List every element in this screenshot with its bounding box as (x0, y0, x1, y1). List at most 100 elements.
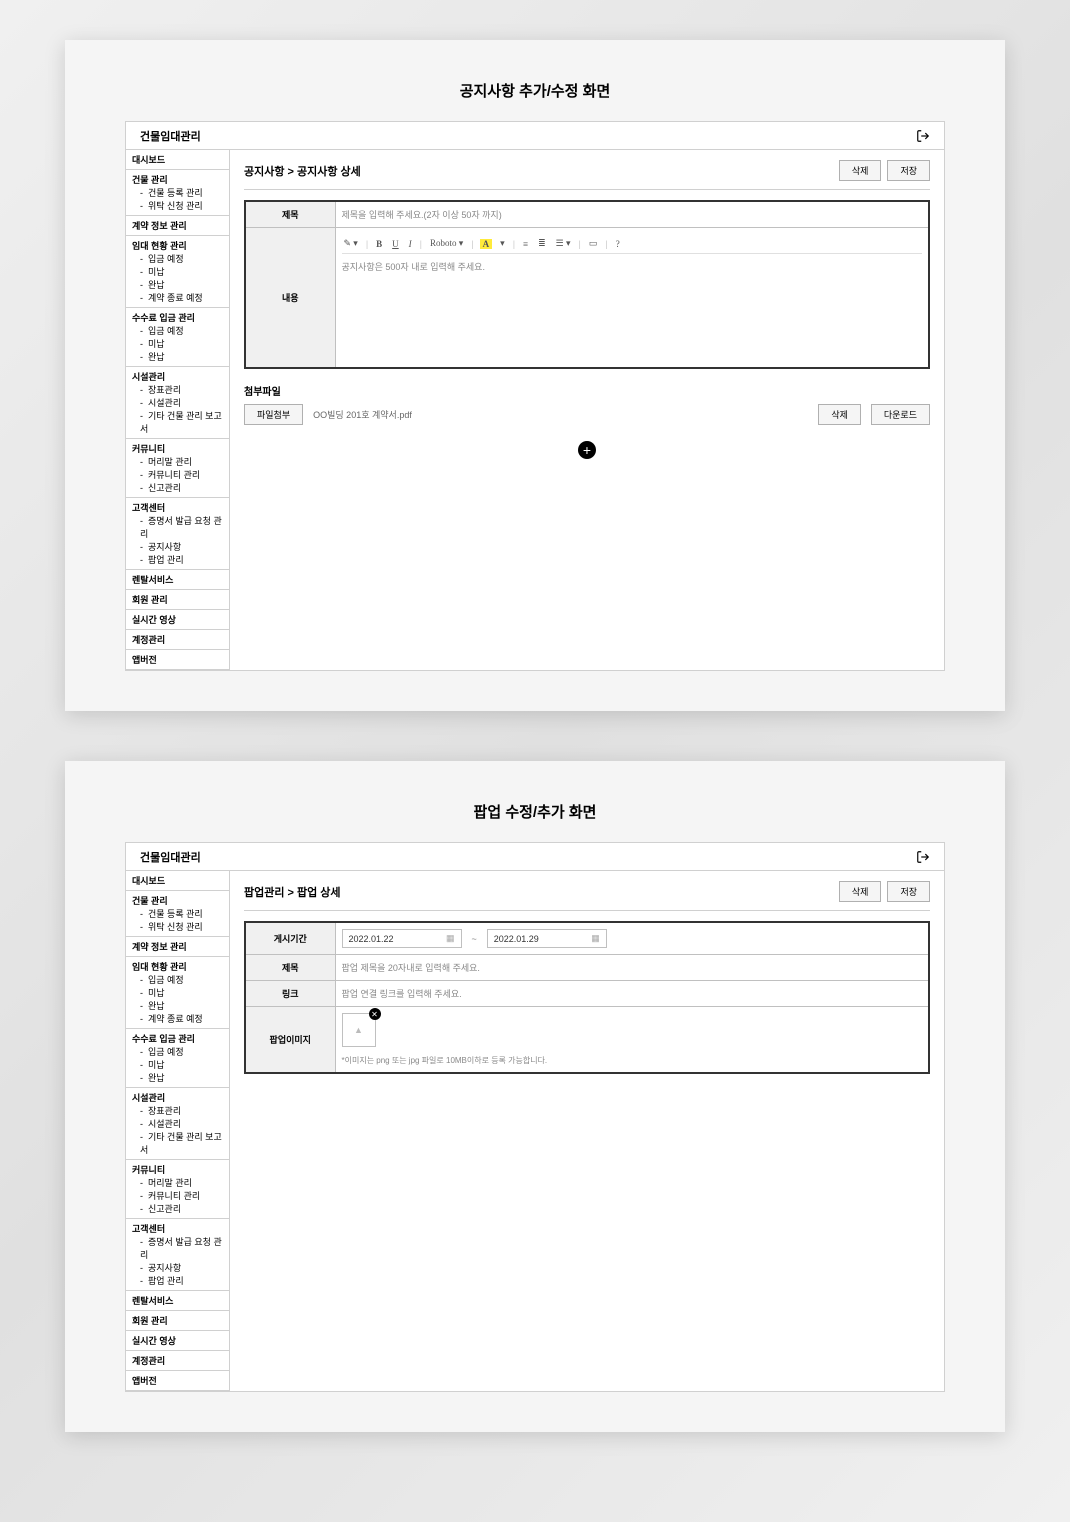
sidebar-rental[interactable]: 렌탈서비스 (126, 570, 229, 590)
wireframe-title-1: 공지사항 추가/수정 화면 (125, 80, 945, 101)
remove-image-icon[interactable]: ✕ (369, 1008, 381, 1020)
sidebar-rent-sub2[interactable]: 미납 (148, 267, 165, 277)
align-left-icon[interactable]: ≡ (521, 239, 530, 249)
sidebar-community-2[interactable]: 커뮤니티 -머리말 관리 -커뮤니티 관리 -신고관리 (126, 1160, 229, 1219)
sb2-fac3[interactable]: 기타 건물 관리 보고서 (140, 1132, 222, 1155)
sb2-r3[interactable]: 완납 (148, 1001, 165, 1011)
sb2-r2[interactable]: 미납 (148, 988, 165, 998)
sb2-cust2[interactable]: 공지사항 (148, 1263, 181, 1273)
sidebar-fee-sub2[interactable]: 미납 (148, 339, 165, 349)
sidebar-fee[interactable]: 수수료 입금 관리 -입금 예정 -미납 -완납 (126, 308, 229, 367)
sidebar-customer[interactable]: 고객센터 -증명서 발급 요청 관리 -공지사항 -팝업 관리 (126, 498, 229, 570)
sidebar-version[interactable]: 앱버전 (126, 650, 229, 670)
sb2-fac2[interactable]: 시설관리 (148, 1119, 181, 1129)
attach-delete-button[interactable]: 삭제 (818, 404, 861, 425)
popup-link-input[interactable]: 팝업 연결 링크를 입력해 주세요. (335, 981, 929, 1007)
sb2-b1[interactable]: 건물 등록 관리 (148, 909, 203, 919)
content-editor[interactable]: ✎ ▾ | B U I | Roboto ▾ | A▾ | ≡ (335, 228, 929, 368)
brush-icon[interactable]: ✎ ▾ (342, 238, 360, 249)
sidebar-cust-sub1[interactable]: 증명서 발급 요청 관리 (140, 516, 222, 539)
sidebar-member-2[interactable]: 회원 관리 (126, 1311, 229, 1331)
sb2-com1[interactable]: 머리말 관리 (148, 1178, 192, 1188)
sidebar-facility-2[interactable]: 시설관리 -장표관리 -시설관리 -기타 건물 관리 보고서 (126, 1088, 229, 1160)
sb2-cust1[interactable]: 증명서 발급 요청 관리 (140, 1237, 222, 1260)
sidebar-com-sub2[interactable]: 커뮤니티 관리 (148, 470, 200, 480)
title-label: 제목 (245, 201, 335, 228)
sb2-f3[interactable]: 완납 (148, 1073, 165, 1083)
sidebar-rent-sub4[interactable]: 계약 종료 예정 (148, 293, 203, 303)
app-frame-1: 건물임대관리 대시보드 건물 관리 -건물 등록 관리 -위탁 신청 관리 계약… (125, 121, 945, 671)
period-label: 게시기간 (245, 922, 335, 955)
sidebar-account[interactable]: 계정관리 (126, 630, 229, 650)
title-input[interactable]: 제목을 입력해 주세요.(2자 이상 50자 까지) (335, 201, 929, 228)
align-center-icon[interactable]: ≣ (536, 238, 548, 249)
popup-link-label: 링크 (245, 981, 335, 1007)
sidebar-fee-sub1[interactable]: 입금 예정 (148, 326, 184, 336)
popup-title-input[interactable]: 팝업 제목을 20자내로 입력해 주세요. (335, 955, 929, 981)
sidebar-building-2[interactable]: 건물 관리 -건물 등록 관리 -위탁 신청 관리 (126, 891, 229, 937)
sb2-r1[interactable]: 입금 예정 (148, 975, 184, 985)
sidebar-com-sub3[interactable]: 신고관리 (148, 483, 181, 493)
sidebar-facility[interactable]: 시설관리 -장표관리 -시설관리 -기타 건물 관리 보고서 (126, 367, 229, 439)
sidebar-rent-label: 임대 현황 관리 (132, 241, 187, 251)
sidebar-fac-sub3[interactable]: 기타 건물 관리 보고서 (140, 411, 222, 434)
date-from-input[interactable]: 2022.01.22 ▦ (342, 929, 462, 948)
sidebar-rent-2[interactable]: 임대 현황 관리 -입금 예정 -미납 -완납 -계약 종료 예정 (126, 957, 229, 1029)
sidebar-fac-sub2[interactable]: 시설관리 (148, 398, 181, 408)
sidebar-com-sub1[interactable]: 머리말 관리 (148, 457, 192, 467)
sidebar-building[interactable]: 건물 관리 -건물 등록 관리 -위탁 신청 관리 (126, 170, 229, 216)
sidebar-customer-2[interactable]: 고객센터 -증명서 발급 요청 관리 -공지사항 -팝업 관리 (126, 1219, 229, 1291)
sidebar-version-2[interactable]: 앱버전 (126, 1371, 229, 1391)
delete-button-1[interactable]: 삭제 (839, 160, 882, 181)
sidebar-dashboard-2[interactable]: 대시보드 (126, 871, 229, 891)
sidebar-rent[interactable]: 임대 현황 관리 -입금 예정 -미납 -완납 -계약 종료 예정 (126, 236, 229, 308)
sidebar-contract-2[interactable]: 계약 정보 관리 (126, 937, 229, 957)
save-button-1[interactable]: 저장 (887, 160, 930, 181)
underline-icon[interactable]: U (390, 239, 401, 249)
sb2-cust3[interactable]: 팝업 관리 (148, 1276, 184, 1286)
sidebar-rent-sub1[interactable]: 입금 예정 (148, 254, 184, 264)
sidebar-live-2[interactable]: 실시간 영상 (126, 1331, 229, 1351)
sb2-r4[interactable]: 계약 종료 예정 (148, 1014, 203, 1024)
save-button-2[interactable]: 저장 (887, 881, 930, 902)
help-icon[interactable]: ? (614, 239, 622, 249)
sidebar-fee-sub3[interactable]: 완납 (148, 352, 165, 362)
attach-button[interactable]: 파일첨부 (244, 404, 303, 425)
delete-button-2[interactable]: 삭제 (839, 881, 882, 902)
sidebar-cust-sub3[interactable]: 팝업 관리 (148, 555, 184, 565)
sidebar-live[interactable]: 실시간 영상 (126, 610, 229, 630)
highlight-icon[interactable]: A (480, 239, 493, 249)
logout-icon-2[interactable] (916, 850, 930, 864)
sidebar-rental-2[interactable]: 렌탈서비스 (126, 1291, 229, 1311)
bold-icon[interactable]: B (374, 239, 384, 249)
sb2-com3[interactable]: 신고관리 (148, 1204, 181, 1214)
brand-1: 건물임대관리 (140, 128, 201, 144)
add-attachment-button[interactable]: + (578, 441, 596, 459)
sidebar-member[interactable]: 회원 관리 (126, 590, 229, 610)
italic-icon[interactable]: I (407, 239, 414, 249)
sidebar-contract[interactable]: 계약 정보 관리 (126, 216, 229, 236)
sb2-f2[interactable]: 미납 (148, 1060, 165, 1070)
image-icon[interactable]: ▭ (587, 238, 600, 249)
sidebar-cust-sub2[interactable]: 공지사항 (148, 542, 181, 552)
sidebar-account-2[interactable]: 계정관리 (126, 1351, 229, 1371)
popup-image-upload[interactable]: ▲ ✕ (342, 1013, 376, 1047)
calendar-icon-2: ▦ (591, 933, 600, 944)
sidebar-building-sub1[interactable]: 건물 등록 관리 (148, 188, 203, 198)
sb2-fac1[interactable]: 장표관리 (148, 1106, 181, 1116)
logout-icon[interactable] (916, 129, 930, 143)
list-icon[interactable]: ☰ ▾ (554, 238, 573, 249)
download-button[interactable]: 다운로드 (871, 404, 930, 425)
sb2-com2[interactable]: 커뮤니티 관리 (148, 1191, 200, 1201)
sidebar-rent-sub3[interactable]: 완납 (148, 280, 165, 290)
sidebar-building-sub2[interactable]: 위탁 신청 관리 (148, 201, 203, 211)
font-select[interactable]: Roboto ▾ (428, 238, 465, 249)
sb2-b2[interactable]: 위탁 신청 관리 (148, 922, 203, 932)
sidebar-dashboard[interactable]: 대시보드 (126, 150, 229, 170)
date-to-input[interactable]: 2022.01.29 ▦ (487, 929, 607, 948)
sidebar-community[interactable]: 커뮤니티 -머리말 관리 -커뮤니티 관리 -신고관리 (126, 439, 229, 498)
sidebar-fac-sub1[interactable]: 장표관리 (148, 385, 181, 395)
sidebar-fee-2[interactable]: 수수료 입금 관리 -입금 예정 -미납 -완납 (126, 1029, 229, 1088)
sb2-f1[interactable]: 입금 예정 (148, 1047, 184, 1057)
date-to-value: 2022.01.29 (494, 934, 539, 944)
